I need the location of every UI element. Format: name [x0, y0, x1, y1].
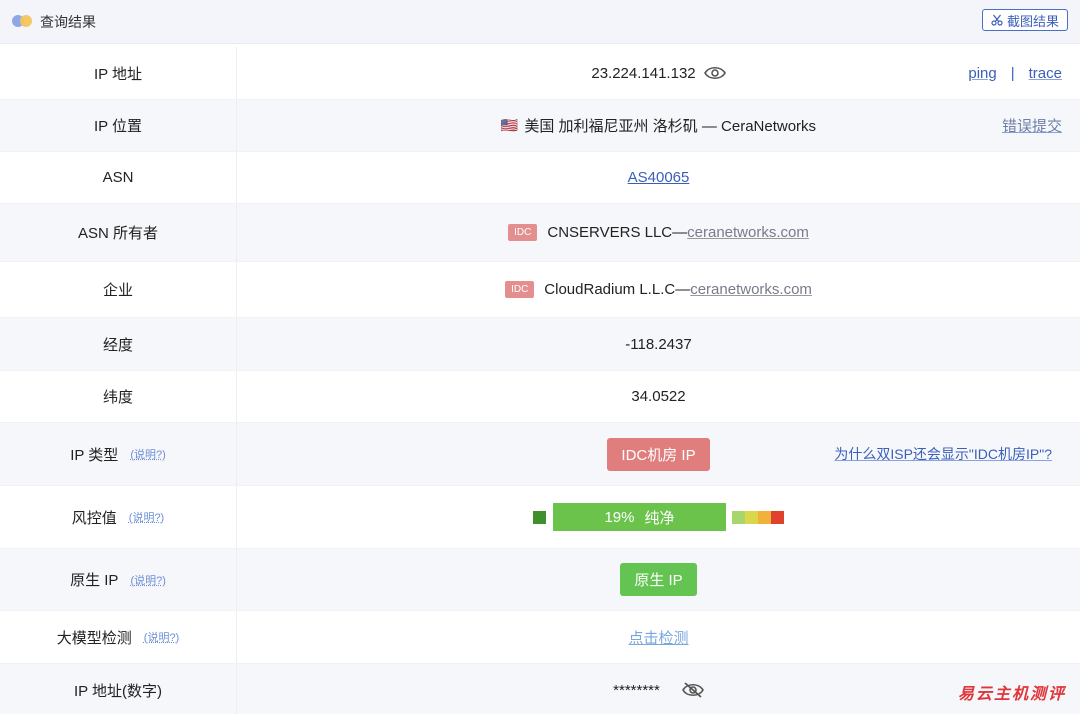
click-detect-link[interactable]: 点击检测 [628, 627, 688, 648]
ip-actions: ping | trace [968, 47, 1062, 99]
risk-scale [732, 511, 784, 524]
risk-status: 纯净 [645, 507, 675, 528]
idc-tag: IDC [508, 224, 537, 241]
eye-off-icon[interactable] [682, 682, 704, 698]
ip-type-badge: IDC机房 IP [607, 438, 709, 471]
row-value: 原生 IP [237, 549, 1080, 610]
location-actions: 错误提交 [1002, 100, 1062, 151]
explain-link[interactable]: (说明?) [130, 572, 165, 588]
native-ip-label: 原生 IP [70, 569, 118, 590]
row-label: 大模型检测 (说明?) [0, 611, 237, 663]
native-ip-badge: 原生 IP [620, 563, 696, 596]
asn-link[interactable]: AS40065 [628, 169, 690, 186]
row-label: IP 地址 [0, 47, 237, 99]
row-label: IP 类型 (说明?) [0, 423, 237, 485]
location-value: 美国 加利福尼亚州 洛杉矶 — CeraNetworks [524, 115, 816, 136]
table-row-llm: 大模型检测 (说明?) 点击检测 [0, 611, 1080, 664]
asn-owner-domain-link[interactable]: ceranetworks.com [687, 224, 809, 241]
header: 查询结果 截图结果 [0, 0, 1080, 44]
risk-scale-step [745, 511, 758, 524]
row-value: IDC CloudRadium L.L.C— ceranetworks.com [237, 262, 1080, 317]
table-row-latitude: 纬度 34.0522 [0, 371, 1080, 423]
ping-link[interactable]: ping [968, 65, 996, 82]
trace-link[interactable]: trace [1029, 65, 1062, 82]
company-domain-link[interactable]: ceranetworks.com [690, 281, 812, 298]
ip-value: 23.224.141.132 [591, 65, 695, 82]
asn-owner-name: CNSERVERS LLC— [547, 224, 687, 241]
table-row-ip-type: IP 类型 (说明?) IDC机房 IP 为什么双ISP还会显示"IDC机房IP… [0, 423, 1080, 486]
row-value: AS40065 [237, 152, 1080, 203]
us-flag-icon: 🇺🇸 [501, 117, 518, 134]
table-row-asn: ASN AS40065 [0, 152, 1080, 204]
row-label: 风控值 (说明?) [0, 486, 237, 548]
eye-icon[interactable] [704, 65, 726, 81]
row-value: 34.0522 [237, 371, 1080, 422]
table-row-native-ip: 原生 IP (说明?) 原生 IP [0, 549, 1080, 611]
risk-scale-step [732, 511, 745, 524]
ip-type-label: IP 类型 [70, 444, 118, 465]
table-row-company: 企业 IDC CloudRadium L.L.C— ceranetworks.c… [0, 262, 1080, 318]
table-row-asn-owner: ASN 所有者 IDC CNSERVERS LLC— ceranetworks.… [0, 204, 1080, 262]
risk-label: 风控值 [72, 507, 117, 528]
logo-icon [12, 13, 34, 29]
row-label: ASN [0, 152, 237, 203]
result-table: IP 地址 23.224.141.132 ping | trace IP 位置 … [0, 47, 1080, 714]
row-value: ******** [237, 664, 1080, 714]
row-value: 19% 纯净 [237, 486, 1080, 548]
risk-meter: 19% 纯净 [533, 503, 784, 531]
explain-link[interactable]: (说明?) [144, 629, 179, 645]
watermark: 易云主机测评 [958, 680, 1066, 704]
row-value: IDC CNSERVERS LLC— ceranetworks.com [237, 204, 1080, 261]
ip-number-value: ******** [613, 682, 660, 699]
row-label: 纬度 [0, 371, 237, 422]
risk-indicator [533, 511, 546, 524]
scissors-icon [991, 14, 1003, 26]
row-label: IP 地址(数字) [0, 664, 237, 714]
row-label: ASN 所有者 [0, 204, 237, 261]
idc-tag: IDC [505, 281, 534, 298]
screenshot-button-label: 截图结果 [1007, 11, 1059, 30]
risk-scale-step [771, 511, 784, 524]
report-error-link[interactable]: 错误提交 [1002, 115, 1062, 136]
table-row-ip: IP 地址 23.224.141.132 ping | trace [0, 47, 1080, 100]
risk-scale-step [758, 511, 771, 524]
ip-type-actions: 为什么双ISP还会显示"IDC机房IP"? [834, 423, 1052, 485]
table-row-ip-number: IP 地址(数字) ******** [0, 664, 1080, 714]
table-row-longitude: 经度 -118.2437 [0, 318, 1080, 371]
row-label: IP 位置 [0, 100, 237, 151]
table-row-location: IP 位置 🇺🇸 美国 加利福尼亚州 洛杉矶 — CeraNetworks 错误… [0, 100, 1080, 152]
row-value: 23.224.141.132 [237, 47, 1080, 99]
row-label: 经度 [0, 318, 237, 370]
risk-percent: 19% [604, 509, 634, 526]
screenshot-button[interactable]: 截图结果 [982, 9, 1068, 31]
explain-link[interactable]: (说明?) [130, 446, 165, 462]
company-name: CloudRadium L.L.C— [544, 281, 690, 298]
page-title: 查询结果 [40, 12, 96, 32]
row-value: 点击检测 [237, 611, 1080, 663]
row-value: -118.2437 [237, 318, 1080, 370]
explain-link[interactable]: (说明?) [129, 509, 164, 525]
row-label: 原生 IP (说明?) [0, 549, 237, 610]
risk-bar: 19% 纯净 [553, 503, 726, 531]
table-row-risk: 风控值 (说明?) 19% 纯净 [0, 486, 1080, 549]
dual-isp-question-link[interactable]: 为什么双ISP还会显示"IDC机房IP"? [834, 444, 1052, 464]
row-value: 🇺🇸 美国 加利福尼亚州 洛杉矶 — CeraNetworks [237, 100, 1080, 151]
separator: | [1011, 65, 1015, 82]
row-label: 企业 [0, 262, 237, 317]
llm-label: 大模型检测 [57, 627, 132, 648]
